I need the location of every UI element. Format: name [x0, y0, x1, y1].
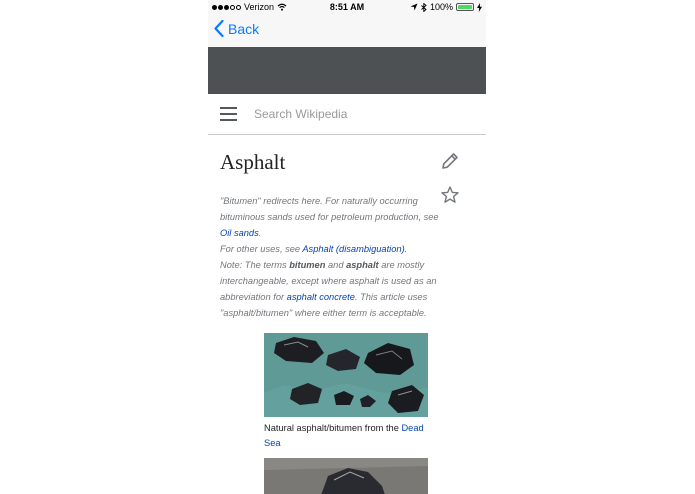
hamburger-menu-icon[interactable] — [220, 107, 237, 121]
battery-percent: 100% — [429, 2, 453, 12]
navigation-bar: Back — [208, 14, 486, 47]
search-bar — [208, 94, 486, 135]
battery-icon — [456, 3, 474, 11]
back-label: Back — [228, 20, 260, 37]
second-photo[interactable] — [264, 458, 428, 494]
hatnote-note: Note: The terms bitumen and asphalt are … — [220, 260, 437, 318]
header-banner — [208, 47, 486, 94]
hatnote-redirect: "Bitumen" redirects here. For naturally … — [220, 196, 439, 238]
image-caption: Natural asphalt/bitumen from the Dead Se… — [264, 423, 424, 448]
hatnote-other-uses: For other uses, see Asphalt (disambiguat… — [220, 244, 408, 254]
search-input[interactable] — [254, 104, 474, 124]
oil-sands-link[interactable]: Oil sands — [220, 228, 259, 238]
status-bar: Verizon 8:51 AM 100% — [208, 0, 486, 14]
bluetooth-icon — [421, 2, 427, 12]
back-button[interactable]: Back — [214, 20, 259, 37]
phone-screen: Verizon 8:51 AM 100% Back Search Wikiped… — [208, 0, 486, 494]
status-right: 100% — [410, 2, 482, 12]
pencil-edit-icon[interactable] — [440, 151, 460, 171]
location-arrow-icon — [410, 3, 418, 11]
chevron-left-icon — [214, 20, 224, 37]
charging-icon — [477, 2, 482, 12]
asphalt-photo[interactable] — [264, 333, 428, 417]
asphalt-concrete-link[interactable]: asphalt concrete — [287, 292, 355, 302]
hatnote: "Bitumen" redirects here. For naturally … — [220, 193, 450, 321]
disambiguation-link[interactable]: Asphalt (disambiguation) — [302, 244, 404, 254]
page-title: Asphalt — [220, 150, 286, 174]
asphalt-sample-image — [264, 458, 428, 494]
asphalt-rocks-image — [264, 333, 428, 417]
